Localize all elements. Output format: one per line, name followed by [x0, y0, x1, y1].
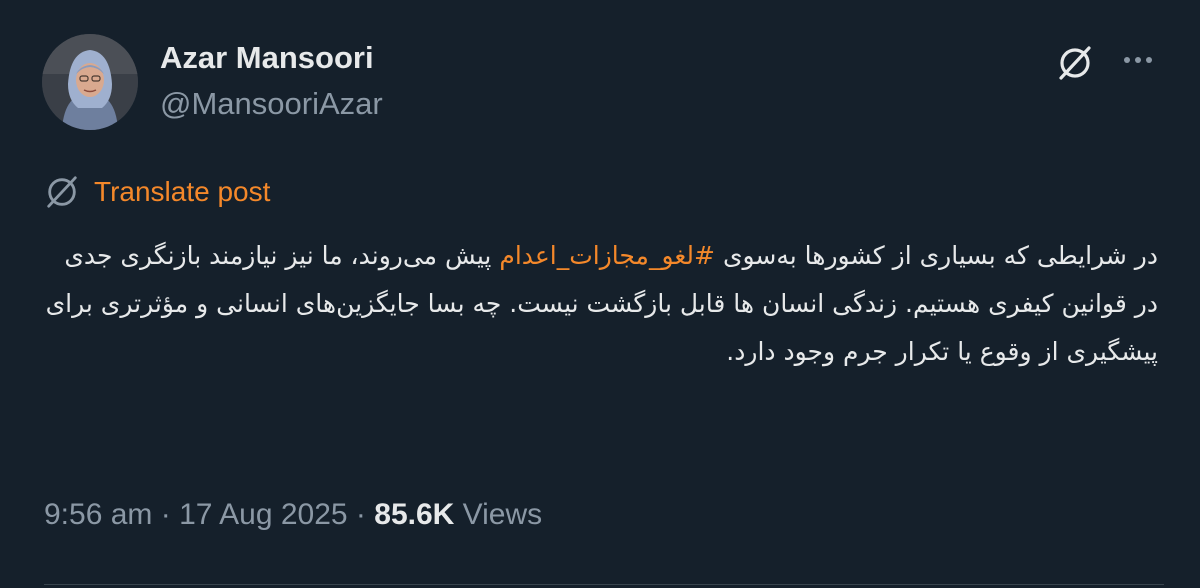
author-display-name[interactable]: Azar Mansoori	[160, 40, 374, 76]
more-dot-icon	[1124, 57, 1130, 63]
post-text: در شرایطی که بسیاری از کشورها به‌سوی #لغ…	[40, 232, 1158, 376]
meta-separator: ·	[152, 498, 180, 531]
more-dot-icon	[1146, 57, 1152, 63]
post-date[interactable]: 17 Aug 2025	[179, 498, 348, 532]
views-label: Views	[454, 498, 543, 531]
translate-post-button[interactable]: Translate post	[44, 172, 270, 212]
more-dot-icon	[1135, 57, 1141, 63]
more-options-button[interactable]	[1114, 40, 1162, 80]
author-handle[interactable]: @MansooriAzar	[160, 86, 383, 122]
grok-button[interactable]	[1052, 40, 1098, 86]
post-text-start: در شرایطی که بسیاری از کشورها به‌سوی	[715, 241, 1158, 270]
post-meta: 9:56 am · 17 Aug 2025 · 85.6K Views	[44, 498, 542, 532]
hashtag-link[interactable]: #لغو_مجازات_اعدام	[499, 241, 715, 270]
avatar-image	[42, 34, 138, 130]
grok-icon	[1059, 46, 1091, 80]
views-count: 85.6K	[374, 498, 455, 531]
meta-separator: ·	[347, 498, 375, 531]
post-time[interactable]: 9:56 am	[44, 498, 152, 532]
grok-icon	[47, 176, 77, 208]
translate-post-label: Translate post	[94, 176, 271, 207]
divider	[44, 584, 1164, 585]
avatar[interactable]	[42, 34, 138, 130]
